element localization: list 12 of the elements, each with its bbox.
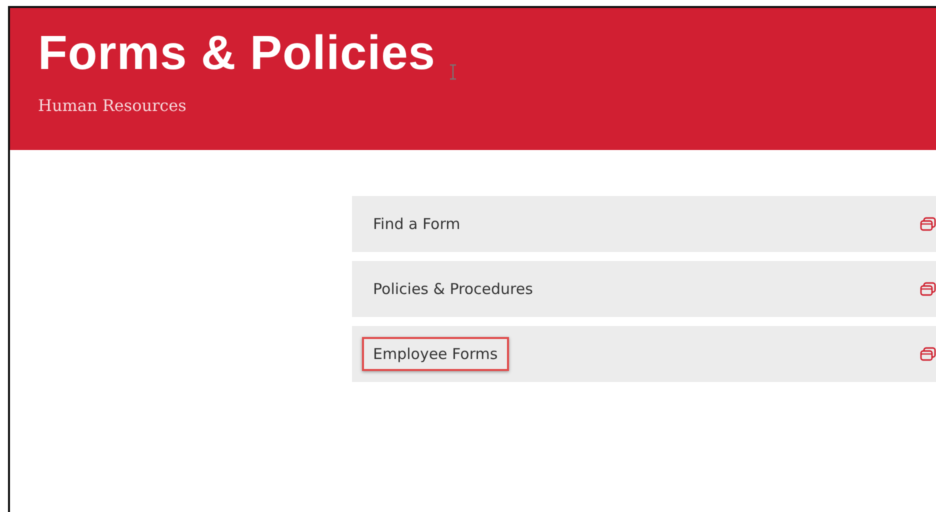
- page-subtitle: Human Resources: [38, 96, 188, 115]
- link-label: Find a Form: [372, 214, 462, 235]
- link-label: Employee Forms: [362, 337, 509, 371]
- text-cursor-icon: [449, 64, 458, 80]
- link-row[interactable]: Find a Form: [352, 196, 936, 252]
- link-row[interactable]: Employee Forms: [352, 326, 936, 382]
- link-row[interactable]: Policies & Procedures: [352, 261, 936, 317]
- external-link-icon: [920, 347, 936, 361]
- page-title: Forms & Policies: [38, 26, 436, 82]
- external-link-icon: [920, 282, 936, 296]
- external-link-icon: [920, 217, 936, 231]
- link-label: Policies & Procedures: [372, 279, 534, 300]
